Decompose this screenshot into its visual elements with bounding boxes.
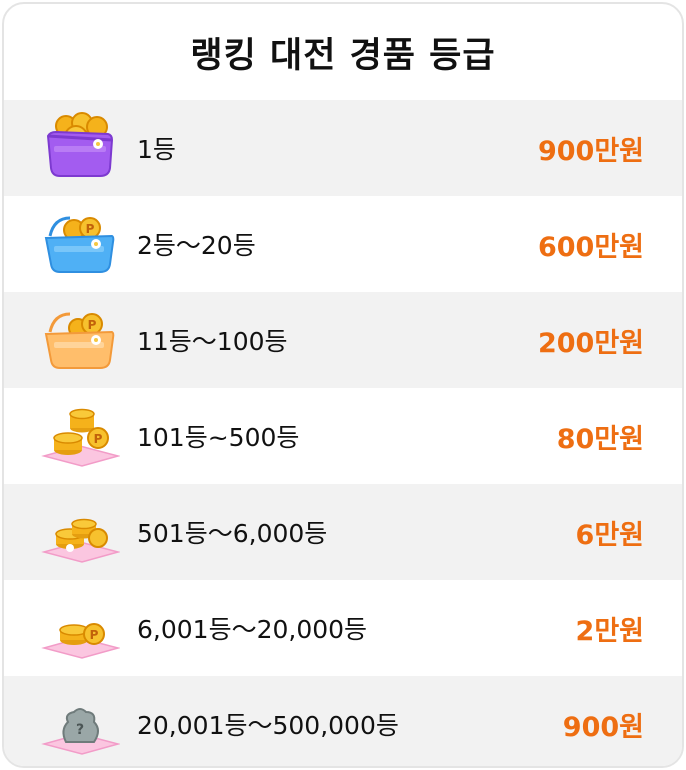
svg-text:?: ? [76,722,84,738]
tier-rank: 6,001등～20,000등 [137,615,368,644]
svg-text:P: P [94,432,103,446]
page-title: 랭킹 대전 경품 등급 [190,35,496,76]
tier-rank: 20,001등～500,000등 [137,711,399,740]
tier-prize: 6만원 [575,519,644,551]
tier-rank: 11등～100등 [137,327,288,356]
tier-prize: 600만원 [537,231,644,263]
tier-prize: 2만원 [575,615,644,647]
tier-rank: 1등 [137,135,176,164]
purple-basket-coins-icon: P [40,110,120,186]
tier-rank: 101등~500등 [137,423,300,452]
coin-stack-small-icon: P [40,590,120,666]
tier-row: 501등～6,000등 6만원 [4,484,682,580]
svg-text:P: P [88,318,97,332]
mystery-bag-icon: ? [40,686,120,762]
coin-stack-medium-icon [40,494,120,570]
tier-rank: 501등～6,000등 [137,519,328,548]
svg-text:P: P [90,628,99,642]
coin-stack-large-icon: P [40,398,120,474]
blue-basket-coins-icon: P [40,206,120,282]
tier-row: P 6,001등～20,000등 2만원 [4,580,682,676]
tier-prize: 900만원 [537,135,644,167]
tier-row: ? 20,001등～500,000등 900원 [4,676,682,766]
tier-prize: 900원 [562,711,644,743]
orange-basket-coins-icon: P [40,302,120,378]
tier-prize: 200만원 [537,327,644,359]
svg-text:P: P [86,222,95,236]
tier-row: P 11등～100등 200만원 [4,292,682,388]
tier-row: P 1등 900만원 [4,100,682,196]
prize-tier-card: 랭킹 대전 경품 등급 P 1등 900만원 [2,2,684,768]
tier-rank: 2등～20등 [137,231,256,260]
tier-list: P 1등 900만원 P [4,100,682,766]
tier-prize: 80만원 [556,423,644,455]
tier-row: P 2등～20등 600만원 [4,196,682,292]
tier-row: P 101등~500등 80만원 [4,388,682,484]
